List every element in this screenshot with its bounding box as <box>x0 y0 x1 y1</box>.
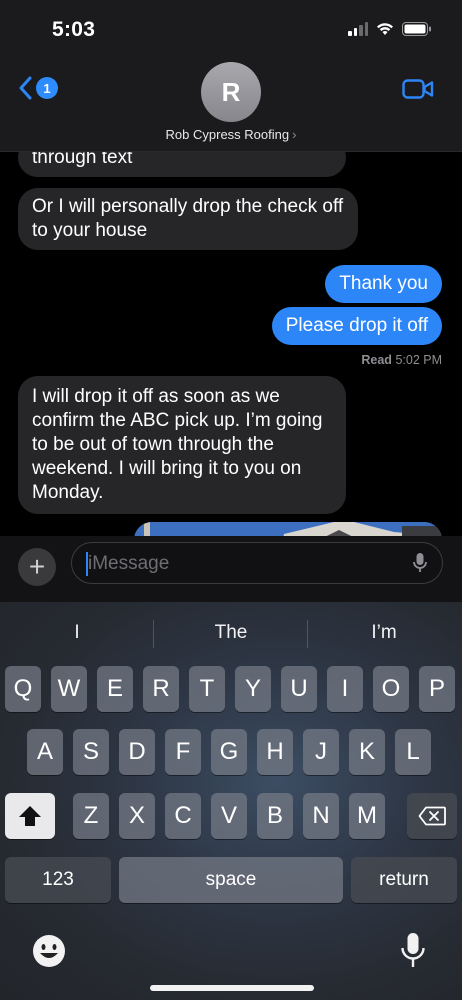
cellular-signal-icon <box>348 22 368 36</box>
suggestion-divider <box>307 620 308 648</box>
apps-plus-button[interactable]: + <box>18 548 56 586</box>
chevron-left-icon <box>19 76 32 100</box>
key-a[interactable]: A <box>27 729 63 775</box>
key-e[interactable]: E <box>97 666 133 712</box>
key-y[interactable]: Y <box>235 666 271 712</box>
shift-arrow-icon <box>19 806 41 826</box>
key-t[interactable]: T <box>189 666 225 712</box>
keyboard-dictation-button[interactable] <box>400 932 426 975</box>
backspace-icon <box>418 806 446 826</box>
return-key[interactable]: return <box>351 857 457 903</box>
facetime-video-button[interactable] <box>402 78 434 105</box>
message-bubble-outgoing[interactable]: Please drop it off <box>271 307 442 345</box>
key-v[interactable]: V <box>211 793 247 839</box>
status-icons <box>348 22 432 36</box>
space-key[interactable]: space <box>119 857 343 903</box>
key-b[interactable]: B <box>257 793 293 839</box>
imessage-placeholder: iMessage <box>88 553 170 574</box>
read-time: 5:02 PM <box>395 353 442 367</box>
read-label: Read <box>361 353 392 367</box>
key-q[interactable]: Q <box>5 666 41 712</box>
compose-bar: + iMessage <box>0 536 462 602</box>
contact-name: Rob Cypress Roofing <box>165 127 290 142</box>
suggestion-2[interactable]: The <box>156 622 306 644</box>
battery-icon <box>402 22 431 36</box>
key-p[interactable]: P <box>419 666 455 712</box>
key-g[interactable]: G <box>211 729 247 775</box>
message-list[interactable]: through text Or I will personally drop t… <box>0 152 462 536</box>
status-time: 5:03 <box>52 18 96 41</box>
wifi-icon <box>377 23 393 35</box>
suggestion-3[interactable]: I’m <box>309 622 459 644</box>
video-camera-icon <box>402 79 434 99</box>
key-i[interactable]: I <box>327 666 363 712</box>
message-bubble-outgoing[interactable]: Thank you <box>325 265 442 303</box>
key-n[interactable]: N <box>303 793 339 839</box>
key-l[interactable]: L <box>395 729 431 775</box>
key-f[interactable]: F <box>165 729 201 775</box>
conversation-header: 1 R Rob Cypress Roofing › <box>0 56 462 152</box>
chevron-right-icon: › <box>292 127 297 142</box>
keyboard: I The I’m Q W E R T Y U I O P A S D F G … <box>0 602 462 1000</box>
delete-key[interactable] <box>407 793 457 839</box>
photo-attachment[interactable] <box>134 522 442 536</box>
contact-name-button[interactable]: Rob Cypress Roofing › <box>0 127 462 142</box>
key-r[interactable]: R <box>143 666 179 712</box>
dictation-mic-icon[interactable] <box>412 552 428 579</box>
contact-avatar[interactable]: R <box>201 62 261 122</box>
predictive-text-bar: I The I’m <box>0 602 462 664</box>
emoji-smiley-icon <box>33 935 65 967</box>
imessage-input[interactable]: iMessage <box>71 542 443 584</box>
unread-badge: 1 <box>36 77 58 99</box>
microphone-icon <box>401 933 425 967</box>
numbers-key[interactable]: 123 <box>5 857 111 903</box>
shift-key[interactable] <box>5 793 55 839</box>
key-d[interactable]: D <box>119 729 155 775</box>
status-bar: 5:03 <box>0 0 462 56</box>
suggestion-1[interactable]: I <box>2 622 152 644</box>
message-bubble-incoming[interactable]: Or I will personally drop the check off … <box>18 188 358 250</box>
key-j[interactable]: J <box>303 729 339 775</box>
key-s[interactable]: S <box>73 729 109 775</box>
key-c[interactable]: C <box>165 793 201 839</box>
key-m[interactable]: M <box>349 793 385 839</box>
key-k[interactable]: K <box>349 729 385 775</box>
message-bubble-incoming[interactable]: I will drop it off as soon as we confirm… <box>18 376 346 514</box>
home-indicator[interactable] <box>150 985 314 991</box>
key-x[interactable]: X <box>119 793 155 839</box>
read-receipt: Read 5:02 PM <box>361 353 442 367</box>
key-z[interactable]: Z <box>73 793 109 839</box>
suggestion-divider <box>153 620 154 648</box>
key-u[interactable]: U <box>281 666 317 712</box>
emoji-keyboard-button[interactable] <box>32 934 66 973</box>
key-w[interactable]: W <box>51 666 87 712</box>
key-h[interactable]: H <box>257 729 293 775</box>
back-button[interactable]: 1 <box>18 76 58 100</box>
message-bubble-incoming[interactable]: through text <box>18 152 346 177</box>
house-photo-thumbnail <box>134 522 442 536</box>
key-o[interactable]: O <box>373 666 409 712</box>
